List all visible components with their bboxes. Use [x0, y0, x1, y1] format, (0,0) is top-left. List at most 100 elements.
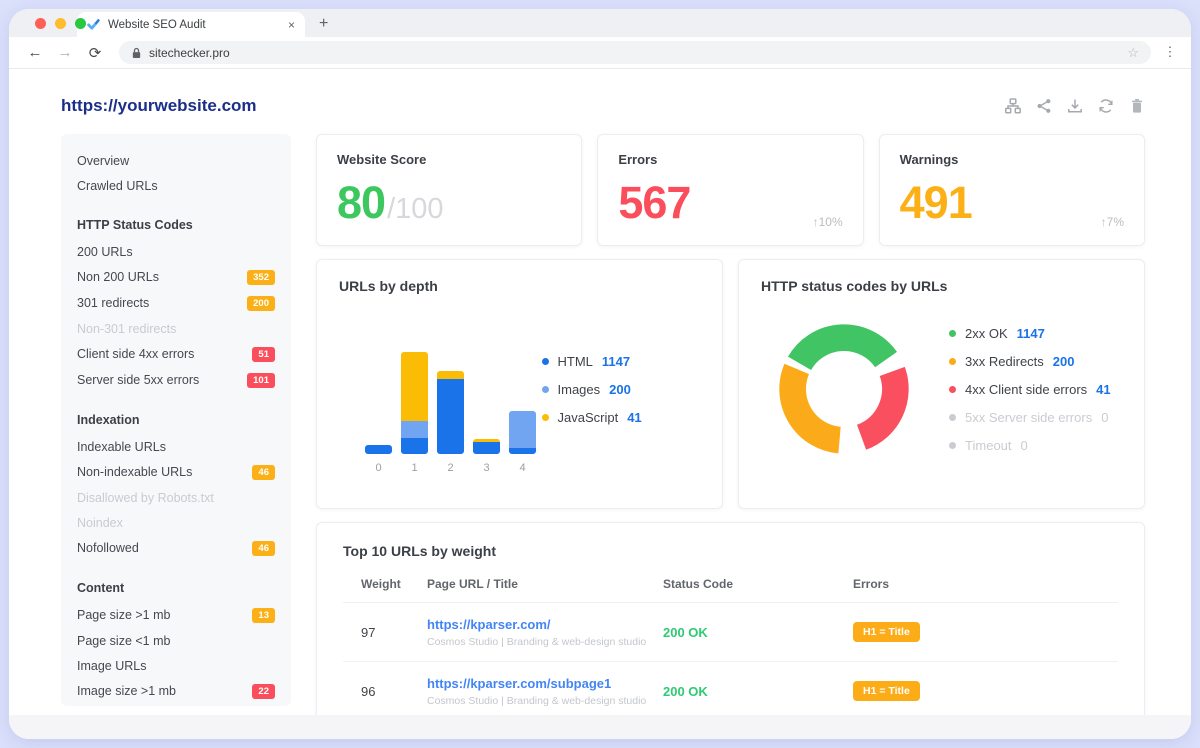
table-row: 97https://kparser.com/Cosmos Studio | Br…	[343, 603, 1118, 662]
stat-label: Errors	[618, 152, 842, 167]
refresh-icon[interactable]	[1097, 98, 1114, 115]
sidebar-item-image-urls[interactable]: Image URLs	[77, 653, 275, 678]
stat-card-website-score: Website Score80/100	[316, 134, 582, 246]
legend-value: 200	[1053, 354, 1075, 369]
reload-icon[interactable]: ⟳	[83, 44, 107, 62]
sidebar-item-client-side-4xx-errors[interactable]: Client side 4xx errors51	[77, 341, 275, 367]
cell-weight: 96	[343, 684, 427, 699]
error-badge[interactable]: H1 = Title	[853, 681, 920, 701]
download-icon[interactable]	[1066, 98, 1083, 115]
trash-icon[interactable]	[1128, 98, 1145, 115]
stat-card-warnings: Warnings491↑7%	[879, 134, 1145, 246]
legend-item-images[interactable]: Images200	[542, 382, 642, 397]
sidebar-item-page-size-1-mb[interactable]: Page size <1 mb	[77, 628, 275, 653]
legend-label: Timeout	[965, 438, 1011, 453]
browser-tab[interactable]: Website SEO Audit ×	[77, 12, 305, 37]
sitemap-icon[interactable]	[1004, 98, 1021, 115]
sidebar-item-301-redirects[interactable]: 301 redirects 200	[77, 290, 275, 316]
browser-menu-icon[interactable]: ⋮	[1163, 50, 1177, 55]
legend-value: 41	[627, 410, 641, 425]
sidebar-item-label: Image size >1 mb	[77, 684, 176, 698]
main-content: Website Score80/100Errors567↑10%Warnings…	[316, 134, 1145, 739]
count-badge: 46	[252, 465, 275, 480]
close-window-button[interactable]	[35, 18, 46, 29]
legend-dot	[949, 414, 956, 421]
address-bar[interactable]: sitechecker.pro ☆	[119, 41, 1151, 64]
lock-icon	[131, 47, 142, 59]
legend-dot	[949, 358, 956, 365]
sidebar-item-label: Nofollowed	[77, 541, 139, 555]
sidebar-item-crawled-urls[interactable]: Crawled URLs	[77, 173, 275, 198]
donut-chart	[761, 310, 927, 468]
bar-chart-title: URLs by depth	[339, 278, 700, 294]
forward-icon[interactable]: →	[53, 44, 77, 61]
sidebar-item-200-urls[interactable]: 200 URLs	[77, 239, 275, 264]
legend-item-javascript[interactable]: JavaScript41	[542, 410, 642, 425]
sidebar-item-non-indexable-urls[interactable]: Non-indexable URLs 46	[77, 459, 275, 485]
bar-segment-javascript	[401, 352, 428, 421]
donut-chart-title: HTTP status codes by URLs	[761, 278, 1122, 294]
count-badge: 200	[247, 296, 275, 311]
sidebar-item-page-size-1-mb[interactable]: Page size >1 mb13	[77, 602, 275, 628]
audited-site-url[interactable]: https://yourwebsite.com	[61, 96, 257, 116]
sidebar-item-label: Page size <1 mb	[77, 634, 170, 648]
cell-status-code: 200 OK	[663, 625, 853, 640]
donut-segment-3xx-redirects	[793, 369, 840, 440]
stat-value-suffix: /100	[387, 193, 443, 226]
http-status-donut-card: HTTP status codes by URLs 2xx OK1147 3xx …	[738, 259, 1145, 509]
sidebar-item-label: Non-301 redirects	[77, 322, 176, 336]
bar-segment-html	[437, 379, 464, 454]
page-url-link[interactable]: https://kparser.com/	[427, 617, 663, 632]
legend-item-4xx-client-side-errors[interactable]: 4xx Client side errors41	[949, 382, 1111, 397]
dashboard-header: https://yourwebsite.com	[9, 70, 1191, 134]
legend-item-5xx-server-side-errors[interactable]: 5xx Server side errors0	[949, 410, 1111, 425]
page-url-link[interactable]: https://kparser.com/subpage1	[427, 676, 663, 691]
page-footer-strip	[9, 715, 1191, 739]
stats-row: Website Score80/100Errors567↑10%Warnings…	[316, 134, 1145, 246]
sidebar-item-server-side-5xx-errors[interactable]: Server side 5xx errors101	[77, 367, 275, 393]
traffic-lights	[35, 18, 86, 29]
share-icon[interactable]	[1035, 98, 1052, 115]
cell-errors: H1 = Title	[853, 681, 1118, 701]
tab-title: Website SEO Audit	[108, 19, 280, 31]
sidebar-item-non-301-redirects[interactable]: Non-301 redirects	[77, 316, 275, 341]
count-badge: 46	[252, 541, 275, 556]
sidebar-item-label: Indexable URLs	[77, 440, 166, 454]
sidebar-item-non-200-urls[interactable]: Non 200 URLs352	[77, 264, 275, 290]
sidebar-item-overview[interactable]: Overview	[77, 148, 275, 173]
error-badge[interactable]: H1 = Title	[853, 622, 920, 642]
sidebar-item-indexable-urls[interactable]: Indexable URLs	[77, 434, 275, 459]
sidebar-item-noindex[interactable]: Noindex	[77, 510, 275, 535]
bar-column-depth-2: 2	[437, 371, 464, 474]
tab-strip: Website SEO Audit × +	[9, 9, 1191, 37]
count-badge: 13	[252, 608, 275, 623]
sidebar-item-label: Non-indexable URLs	[77, 465, 192, 479]
sidebar-item-label: Client side 4xx errors	[77, 347, 194, 361]
bar-column-depth-3: 3	[473, 439, 500, 474]
new-tab-button[interactable]: +	[319, 15, 328, 33]
sidebar-item-nofollowed[interactable]: Nofollowed 46	[77, 535, 275, 561]
legend-item-3xx-redirects[interactable]: 3xx Redirects200	[949, 354, 1111, 369]
stat-card-errors: Errors567↑10%	[597, 134, 863, 246]
bookmark-star-icon[interactable]: ☆	[1127, 45, 1139, 61]
legend-label: 4xx Client side errors	[965, 382, 1087, 397]
back-icon[interactable]: ←	[23, 44, 47, 61]
minimize-window-button[interactable]	[55, 18, 66, 29]
stat-label: Warnings	[900, 152, 1124, 167]
legend-item-timeout[interactable]: Timeout 0	[949, 438, 1111, 453]
maximize-window-button[interactable]	[75, 18, 86, 29]
sidebar-item-image-size-1-mb[interactable]: Image size >1 mb22	[77, 678, 275, 704]
legend-item-html[interactable]: HTML1147	[542, 354, 642, 369]
sidebar-item-label: Noindex	[77, 516, 123, 530]
bar-segment-html	[473, 442, 500, 454]
legend-dot	[949, 442, 956, 449]
x-axis-tick-label: 0	[375, 462, 381, 474]
legend-item-2xx-ok[interactable]: 2xx OK1147	[949, 326, 1111, 341]
top-urls-card: Top 10 URLs by weight WeightPage URL / T…	[316, 522, 1145, 739]
close-tab-icon[interactable]: ×	[288, 19, 295, 31]
legend-label: 2xx OK	[965, 326, 1008, 341]
sidebar-item-disallowed-by-robots-txt[interactable]: Disallowed by Robots.txt	[77, 485, 275, 510]
donut-segment-2xx-ok	[800, 338, 887, 364]
sidebar-item-label: 301 redirects	[77, 296, 149, 310]
legend-value: 0	[1021, 438, 1028, 453]
